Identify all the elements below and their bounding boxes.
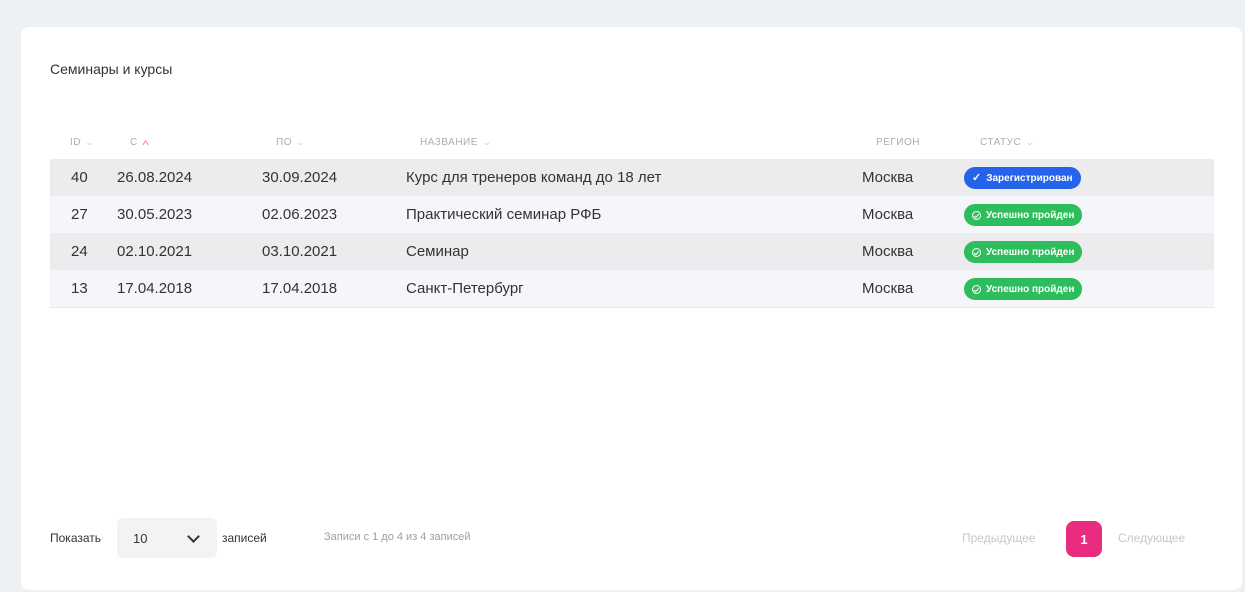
- table-row[interactable]: 24 02.10.2021 03.10.2021 Семинар Москва …: [50, 233, 1214, 270]
- page-size-value: 10: [133, 531, 148, 546]
- cell-name: Практический семинар РФБ: [406, 206, 602, 223]
- cell-id: 24: [71, 243, 88, 260]
- cell-from: 17.04.2018: [117, 280, 193, 297]
- status-badge-registered: ✓ Зарегистрирован: [964, 167, 1081, 189]
- column-label: НАЗВАНИЕ: [420, 137, 478, 148]
- sort-icon: ⌄: [481, 137, 493, 147]
- column-header-name[interactable]: НАЗВАНИЕ ⌄: [420, 137, 493, 148]
- table-header: ID ⌄ С ˄ ПО ⌄ НАЗВАНИЕ ⌄ РЕГИОН СТАТУС ⌄: [50, 131, 1214, 159]
- cell-from: 26.08.2024: [117, 169, 193, 186]
- sort-icon: ⌄: [1024, 137, 1036, 147]
- next-page-button[interactable]: Следующее: [1118, 531, 1185, 545]
- cell-name: Семинар: [406, 243, 469, 260]
- column-header-to[interactable]: ПО ⌄: [276, 137, 307, 148]
- cell-from: 02.10.2021: [117, 243, 193, 260]
- table-footer: Показать 10 записей Записи с 1 до 4 из 4…: [50, 518, 1214, 558]
- check-circle-icon: [972, 284, 981, 294]
- cell-region: Москва: [862, 169, 914, 186]
- column-label: С: [130, 137, 138, 148]
- cell-to: 03.10.2021: [262, 243, 338, 260]
- cell-region: Москва: [862, 243, 914, 260]
- column-header-status[interactable]: СТАТУС ⌄: [980, 137, 1036, 148]
- seminars-table: ID ⌄ С ˄ ПО ⌄ НАЗВАНИЕ ⌄ РЕГИОН СТАТУС ⌄: [50, 131, 1214, 308]
- status-badge-passed: Успешно пройден: [964, 278, 1083, 300]
- check-circle-icon: [972, 210, 981, 220]
- sort-icon: ⌄: [84, 137, 96, 147]
- cell-id: 13: [71, 280, 88, 297]
- page-button-current[interactable]: 1: [1066, 521, 1102, 557]
- cell-to: 17.04.2018: [262, 280, 338, 297]
- status-label: Успешно пройден: [986, 246, 1075, 258]
- check-circle-icon: [972, 247, 981, 257]
- status-badge-passed: Успешно пройден: [964, 241, 1083, 263]
- check-icon: ✓: [972, 171, 982, 184]
- cell-name: Курс для тренеров команд до 18 лет: [406, 169, 662, 186]
- seminars-card: Семинары и курсы ID ⌄ С ˄ ПО ⌄ НАЗВАНИЕ …: [21, 27, 1242, 590]
- table-row[interactable]: 40 26.08.2024 30.09.2024 Курс для тренер…: [50, 159, 1214, 196]
- page-size-select[interactable]: 10: [117, 518, 217, 558]
- table-row[interactable]: 13 17.04.2018 17.04.2018 Санкт-Петербург…: [50, 270, 1214, 308]
- column-label: РЕГИОН: [876, 137, 920, 148]
- cell-id: 27: [71, 206, 88, 223]
- cell-id: 40: [71, 169, 88, 186]
- cell-name: Санкт-Петербург: [406, 280, 524, 297]
- status-label: Успешно пройден: [986, 209, 1075, 221]
- cell-from: 30.05.2023: [117, 206, 193, 223]
- entries-label: записей: [222, 531, 267, 545]
- cell-status: ✓ Зарегистрирован: [964, 167, 1081, 189]
- column-label: ПО: [276, 137, 292, 148]
- sort-icon: ⌄: [295, 137, 307, 147]
- chevron-down-icon: [187, 530, 200, 543]
- cell-status: Успешно пройден: [964, 241, 1083, 263]
- cell-status: Успешно пройден: [964, 278, 1083, 300]
- cell-to: 30.09.2024: [262, 169, 338, 186]
- cell-status: Успешно пройден: [964, 204, 1083, 226]
- column-header-from[interactable]: С ˄: [130, 137, 149, 148]
- status-label: Успешно пройден: [986, 283, 1075, 295]
- sort-asc-icon: ˄: [141, 137, 150, 148]
- status-label: Зарегистрирован: [986, 172, 1073, 184]
- prev-page-button[interactable]: Предыдущее: [962, 531, 1035, 545]
- cell-region: Москва: [862, 206, 914, 223]
- table-row[interactable]: 27 30.05.2023 02.06.2023 Практический се…: [50, 196, 1214, 233]
- show-label: Показать: [50, 531, 102, 545]
- status-badge-passed: Успешно пройден: [964, 204, 1083, 226]
- cell-region: Москва: [862, 280, 914, 297]
- column-header-region: РЕГИОН: [876, 137, 920, 148]
- records-info: Записи с 1 до 4 из 4 записей: [324, 531, 471, 543]
- cell-to: 02.06.2023: [262, 206, 338, 223]
- column-label: ID: [70, 137, 81, 148]
- card-title: Семинары и курсы: [50, 61, 173, 77]
- column-label: СТАТУС: [980, 137, 1022, 148]
- column-header-id[interactable]: ID ⌄: [70, 137, 96, 148]
